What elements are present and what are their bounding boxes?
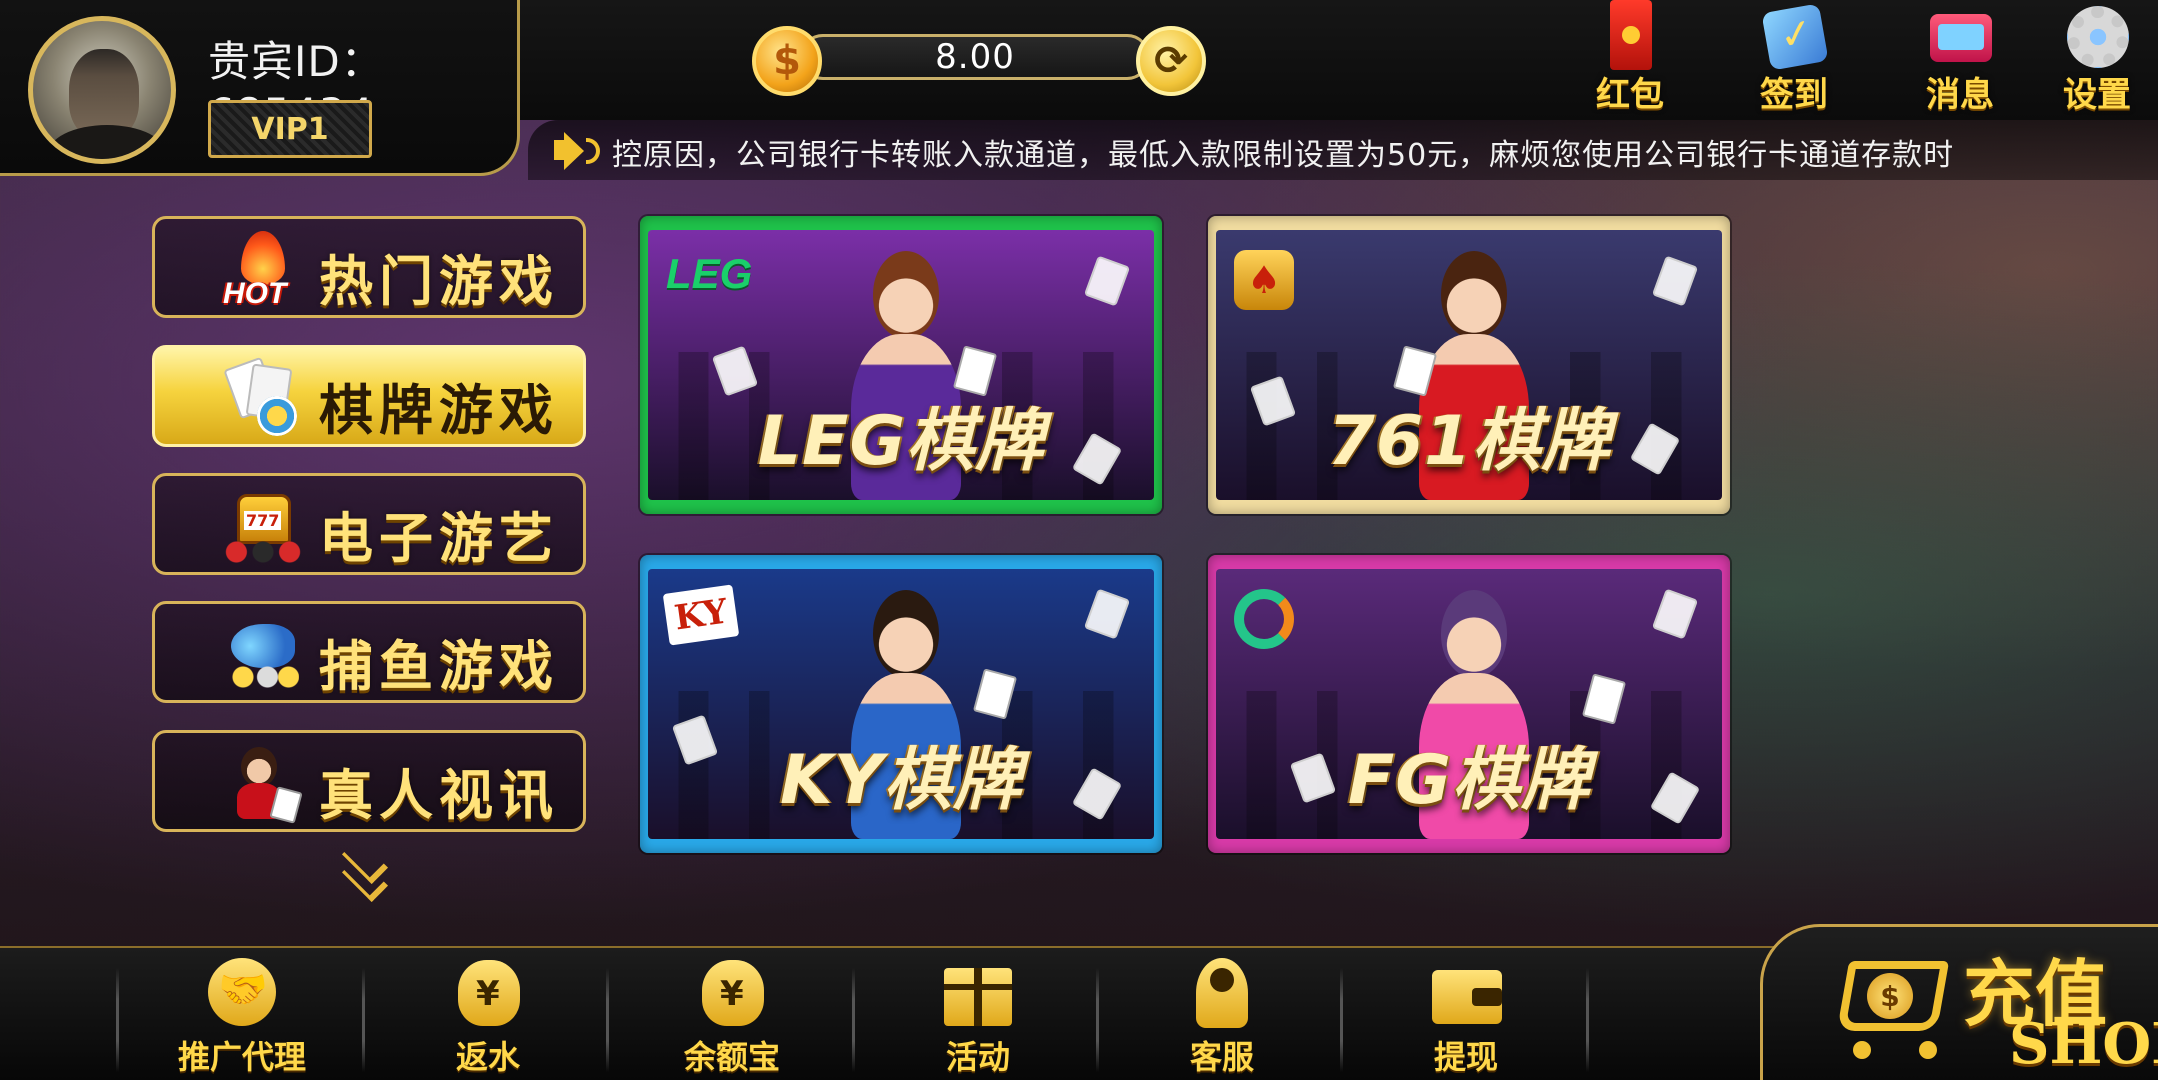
yuan-bag-icon xyxy=(694,958,770,1028)
shopping-cart-icon: $ xyxy=(1823,947,1953,1067)
avatar-body xyxy=(47,125,167,159)
menu-hot-games-label: 热门游戏 xyxy=(319,249,559,313)
nav-withdraw[interactable]: 提现 xyxy=(1344,958,1588,1078)
game-card-ky[interactable]: KY KY棋牌 xyxy=(640,555,1162,853)
settings-gear-icon xyxy=(2061,0,2133,71)
leg-logo: LEG xyxy=(666,250,753,297)
slot-machine-icon xyxy=(223,488,303,566)
live-dealer-icon xyxy=(223,745,303,824)
nav-rebate-label: 返水 xyxy=(455,1038,520,1076)
shop-label: SHOP xyxy=(2009,1011,2158,1077)
message-button[interactable]: 消息 xyxy=(1900,0,2020,116)
red-envelope-icon xyxy=(1594,0,1666,71)
nav-rebate[interactable]: 返水 xyxy=(366,958,610,1078)
fg-logo xyxy=(1234,589,1294,649)
menu-live-casino-label: 真人视讯 xyxy=(319,763,559,827)
red-envelope-label: 红包 xyxy=(1596,75,1664,115)
menu-slot-games[interactable]: 电子游艺 xyxy=(152,473,586,575)
game-title: FG棋牌 xyxy=(1347,740,1591,820)
vip-badge[interactable]: VIP1 xyxy=(208,100,372,158)
game-card-fg[interactable]: FG棋牌 xyxy=(1208,555,1730,853)
divider xyxy=(1096,968,1099,1072)
nav-agent-promotion-label: 推广代理 xyxy=(177,1038,306,1076)
menu-hot-games[interactable]: HOT 热门游戏 xyxy=(152,216,586,318)
game-title: KY棋牌 xyxy=(780,740,1022,820)
settings-label: 设置 xyxy=(2063,75,2131,115)
menu-slot-games-label: 电子游艺 xyxy=(319,506,559,570)
divider xyxy=(1586,968,1589,1072)
nav-customer-service[interactable]: 客服 xyxy=(1100,958,1344,1078)
game-card-art: ♠ 761棋牌 xyxy=(1216,230,1722,500)
ky-logo: KY xyxy=(662,584,740,646)
divider xyxy=(116,968,119,1072)
chevron-double-down-icon[interactable] xyxy=(330,837,400,903)
avatar[interactable] xyxy=(28,16,176,164)
menu-live-casino[interactable]: 真人视讯 xyxy=(152,730,586,832)
gift-icon xyxy=(940,958,1016,1028)
checkin-icon xyxy=(1758,0,1830,71)
menu-fishing-games-label: 捕鱼游戏 xyxy=(319,634,559,698)
nav-yuebao-label: 余额宝 xyxy=(683,1038,780,1076)
761-logo: ♠ xyxy=(1234,250,1294,310)
game-card-leg[interactable]: LEG LEG棋牌 xyxy=(640,216,1162,514)
nav-agent-promotion[interactable]: 推广代理 xyxy=(120,958,364,1078)
fish-icon xyxy=(223,616,303,694)
money-bag-icon xyxy=(450,958,526,1028)
message-icon xyxy=(1924,0,1996,71)
checkin-label: 签到 xyxy=(1760,75,1828,115)
divider xyxy=(852,968,855,1072)
recharge-shop-button[interactable]: $ 充值 SHOP xyxy=(1760,924,2158,1080)
announcement-text: 控原因，公司银行卡转账入款通道，最低入款限制设置为50元，麻烦您使用公司银行卡通… xyxy=(612,138,1955,173)
nav-events[interactable]: 活动 xyxy=(856,958,1100,1078)
hot-flame-icon: HOT xyxy=(223,231,303,310)
balance-display: 8.00 $ ⟳ xyxy=(752,26,1206,96)
game-title: 761棋牌 xyxy=(1327,401,1611,481)
divider xyxy=(362,968,365,1072)
speaker-icon xyxy=(554,132,600,170)
menu-card-games-label: 棋牌游戏 xyxy=(319,378,559,442)
settings-button[interactable]: 设置 xyxy=(2036,0,2158,116)
divider xyxy=(1340,968,1343,1072)
refresh-balance-button[interactable]: ⟳ xyxy=(1136,26,1206,96)
cards-chip-icon xyxy=(223,356,303,438)
coin-icon: $ xyxy=(752,26,822,96)
nav-customer-service-label: 客服 xyxy=(1189,1038,1254,1076)
message-label: 消息 xyxy=(1926,75,1994,115)
game-card-art: FG棋牌 xyxy=(1216,569,1722,839)
game-card-art: KY KY棋牌 xyxy=(648,569,1154,839)
divider xyxy=(606,968,609,1072)
game-card-art: LEG LEG棋牌 xyxy=(648,230,1154,500)
red-envelope-button[interactable]: 红包 xyxy=(1570,0,1690,116)
checkin-button[interactable]: 签到 xyxy=(1734,0,1854,116)
customer-service-icon xyxy=(1184,958,1260,1028)
wallet-icon xyxy=(1428,958,1504,1028)
profile-panel: 贵宾ID：685434 VIP1 xyxy=(0,0,520,176)
nav-events-label: 活动 xyxy=(945,1038,1010,1076)
menu-fishing-games[interactable]: 捕鱼游戏 xyxy=(152,601,586,703)
handshake-icon xyxy=(204,958,280,1028)
nav-yuebao[interactable]: 余额宝 xyxy=(610,958,854,1078)
balance-amount: 8.00 xyxy=(800,34,1150,80)
game-card-761[interactable]: ♠ 761棋牌 xyxy=(1208,216,1730,514)
menu-card-games[interactable]: 棋牌游戏 xyxy=(152,345,586,447)
nav-withdraw-label: 提现 xyxy=(1433,1038,1498,1076)
announcement-marquee: 控原因，公司银行卡转账入款通道，最低入款限制设置为50元，麻烦您使用公司银行卡通… xyxy=(528,120,2158,180)
game-title: LEG棋牌 xyxy=(757,401,1045,481)
